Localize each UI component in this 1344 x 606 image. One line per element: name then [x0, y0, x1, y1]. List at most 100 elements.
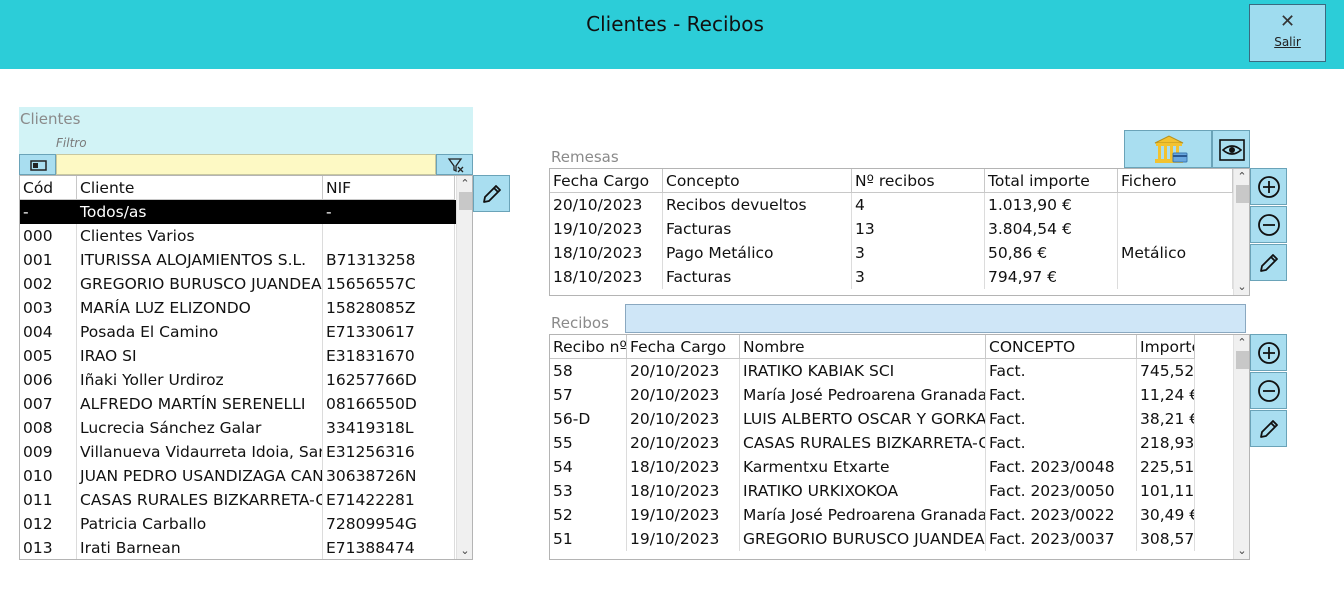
table-cell: 1.013,90 € [985, 193, 1118, 217]
column-header[interactable]: CONCEPTO [986, 335, 1137, 359]
scroll-thumb[interactable] [459, 192, 472, 210]
column-header[interactable]: Cliente [77, 176, 323, 200]
edit-remesa-button[interactable] [1250, 244, 1287, 281]
column-header[interactable]: Total importe [985, 169, 1118, 193]
table-row[interactable]: 18/10/2023 Pago Metálico 3 50,86 € Metálico [550, 241, 1233, 265]
pencil-icon [1260, 254, 1278, 272]
column-header[interactable]: Fecha Cargo [550, 169, 663, 193]
remove-recibo-button[interactable] [1250, 372, 1287, 409]
pencil-icon [1260, 420, 1278, 438]
table-cell: IRAO SI [77, 344, 323, 368]
scroll-up-icon[interactable]: ⌃ [457, 176, 472, 192]
edit-cliente-button[interactable] [473, 175, 510, 212]
bank-remesa-button[interactable] [1124, 130, 1212, 168]
scroll-up-icon[interactable]: ⌃ [1234, 335, 1249, 351]
table-row[interactable]: 008 Lucrecia Sánchez Galar 33419318L [20, 416, 456, 440]
table-row[interactable]: 20/10/2023 Recibos devueltos 4 1.013,90 € [550, 193, 1233, 217]
table-row[interactable]: 011 CASAS RURALES BIZKARRETA-G E71422281 [20, 488, 456, 512]
column-header[interactable]: Importe [1137, 335, 1195, 359]
table-row[interactable]: 56-D 20/10/2023 LUIS ALBERTO OSCAR Y GORKA… [550, 407, 1233, 431]
table-row[interactable]: 52 19/10/2023 María José Pedroarena Granad… [550, 503, 1233, 527]
table-row[interactable]: 012 Patricia Carballo 72809954G [20, 512, 456, 536]
scroll-down-icon[interactable]: ⌄ [1234, 543, 1249, 559]
table-row[interactable]: 18/10/2023 Facturas 3 794,97 € [550, 265, 1233, 289]
scroll-up-icon[interactable]: ⌃ [1234, 169, 1249, 185]
vertical-scrollbar[interactable]: ⌃ ⌄ [456, 176, 472, 559]
table-cell: 72809954G [323, 512, 455, 536]
table-row[interactable]: 010 JUAN PEDRO USANDIZAGA CAN 30638726N [20, 464, 456, 488]
eye-icon [1219, 139, 1245, 161]
table-row[interactable]: - Todos/as - [20, 200, 456, 224]
table-cell: E71388474 [323, 536, 455, 559]
table-cell: E31256316 [323, 440, 455, 464]
view-remesa-button[interactable] [1212, 130, 1250, 168]
table-cell: Fact. 2023/0048 [986, 455, 1137, 479]
column-header[interactable]: Recibo nº [550, 335, 627, 359]
table-cell: 006 [20, 368, 77, 392]
column-header[interactable]: Fichero [1118, 169, 1233, 193]
table-row[interactable]: 006 Iñaki Yoller Urdiroz 16257766D [20, 368, 456, 392]
scroll-down-icon[interactable]: ⌄ [1234, 279, 1249, 295]
column-header[interactable]: Nº recibos [852, 169, 985, 193]
scroll-thumb[interactable] [1236, 351, 1249, 369]
table-cell: Fact. [986, 431, 1137, 455]
table-row[interactable]: 005 IRAO SI E31831670 [20, 344, 456, 368]
vertical-scrollbar[interactable]: ⌃ ⌄ [1233, 335, 1249, 559]
clear-filter-button[interactable] [436, 154, 473, 175]
filter-field-button[interactable] [19, 154, 56, 175]
table-cell: 20/10/2023 [627, 407, 740, 431]
table-row[interactable]: 013 Irati Barnean E71388474 [20, 536, 456, 559]
recibos-grid[interactable]: Recibo nº Fecha Cargo Nombre CONCEPTO Import… [549, 334, 1250, 560]
table-row[interactable]: 55 20/10/2023 CASAS RURALES BIZKARRETA-G Fa… [550, 431, 1233, 455]
window-title: Clientes - Recibos [586, 12, 764, 36]
table-cell: 33419318L [323, 416, 455, 440]
scroll-thumb[interactable] [1236, 185, 1249, 203]
column-header[interactable]: Fecha Cargo [627, 335, 740, 359]
table-cell: E71422281 [323, 488, 455, 512]
add-recibo-button[interactable] [1250, 334, 1287, 371]
table-cell: 20/10/2023 [627, 431, 740, 455]
table-cell: ALFREDO MARTÍN SERENELLI [77, 392, 323, 416]
table-row[interactable]: 002 GREGORIO BURUSCO JUANDEA 15656557C [20, 272, 456, 296]
exit-button[interactable]: ✕ Salir [1249, 4, 1326, 62]
table-row[interactable]: 53 18/10/2023 IRATIKO URKIXOKOA Fact. 2023/… [550, 479, 1233, 503]
clientes-filter-input[interactable] [56, 154, 436, 175]
table-cell: 005 [20, 344, 77, 368]
column-header[interactable]: NIF [323, 176, 455, 200]
remesas-grid[interactable]: Fecha Cargo Concepto Nº recibos Total impor… [549, 168, 1250, 296]
column-header[interactable]: Nombre [740, 335, 986, 359]
edit-recibo-button[interactable] [1250, 410, 1287, 447]
table-cell: IRATIKO KABIAK SCI [740, 359, 986, 383]
column-header-row: Recibo nº Fecha Cargo Nombre CONCEPTO Import… [550, 335, 1233, 359]
table-cell [1118, 217, 1233, 241]
table-cell: 52 [550, 503, 627, 527]
column-header[interactable]: Concepto [663, 169, 852, 193]
table-row[interactable]: 003 MARÍA LUZ ELIZONDO 15828085Z [20, 296, 456, 320]
scroll-down-icon[interactable]: ⌄ [457, 543, 472, 559]
table-row[interactable]: 58 20/10/2023 IRATIKO KABIAK SCI Fact. 745,5… [550, 359, 1233, 383]
filter-label: Filtro [56, 136, 87, 150]
add-remesa-button[interactable] [1250, 168, 1287, 205]
table-row[interactable]: 51 19/10/2023 GREGORIO BURUSCO JUANDEA Fact… [550, 527, 1233, 551]
table-row[interactable]: 000 Clientes Varios [20, 224, 456, 248]
table-row[interactable]: 19/10/2023 Facturas 13 3.804,54 € [550, 217, 1233, 241]
table-cell [1118, 193, 1233, 217]
table-row[interactable]: 007 ALFREDO MARTÍN SERENELLI 08166550D [20, 392, 456, 416]
table-cell: 15656557C [323, 272, 455, 296]
table-row[interactable]: 004 Posada El Camino E71330617 [20, 320, 456, 344]
table-row[interactable]: 009 Villanueva Vidaurreta Idoia, Sar E3125… [20, 440, 456, 464]
table-cell: E31831670 [323, 344, 455, 368]
remove-remesa-button[interactable] [1250, 206, 1287, 243]
vertical-scrollbar[interactable]: ⌃ ⌄ [1233, 169, 1249, 295]
table-cell: 53 [550, 479, 627, 503]
table-row[interactable]: 57 20/10/2023 María José Pedroarena Granad… [550, 383, 1233, 407]
column-header[interactable]: Cód [20, 176, 77, 200]
table-cell: 225,51 € [1137, 455, 1195, 479]
card-icon [30, 160, 47, 171]
table-row[interactable]: 001 ITURISSA ALOJAMIENTOS S.L. B71313258 [20, 248, 456, 272]
filter-clear-icon [447, 158, 464, 173]
clientes-grid[interactable]: Cód Cliente NIF - Todos/as -000 Clientes Vario… [19, 175, 473, 560]
recibos-filter-input[interactable] [625, 304, 1246, 333]
table-cell: 30,49 € [1137, 503, 1195, 527]
table-row[interactable]: 54 18/10/2023 Karmentxu Etxarte Fact. 2023/… [550, 455, 1233, 479]
